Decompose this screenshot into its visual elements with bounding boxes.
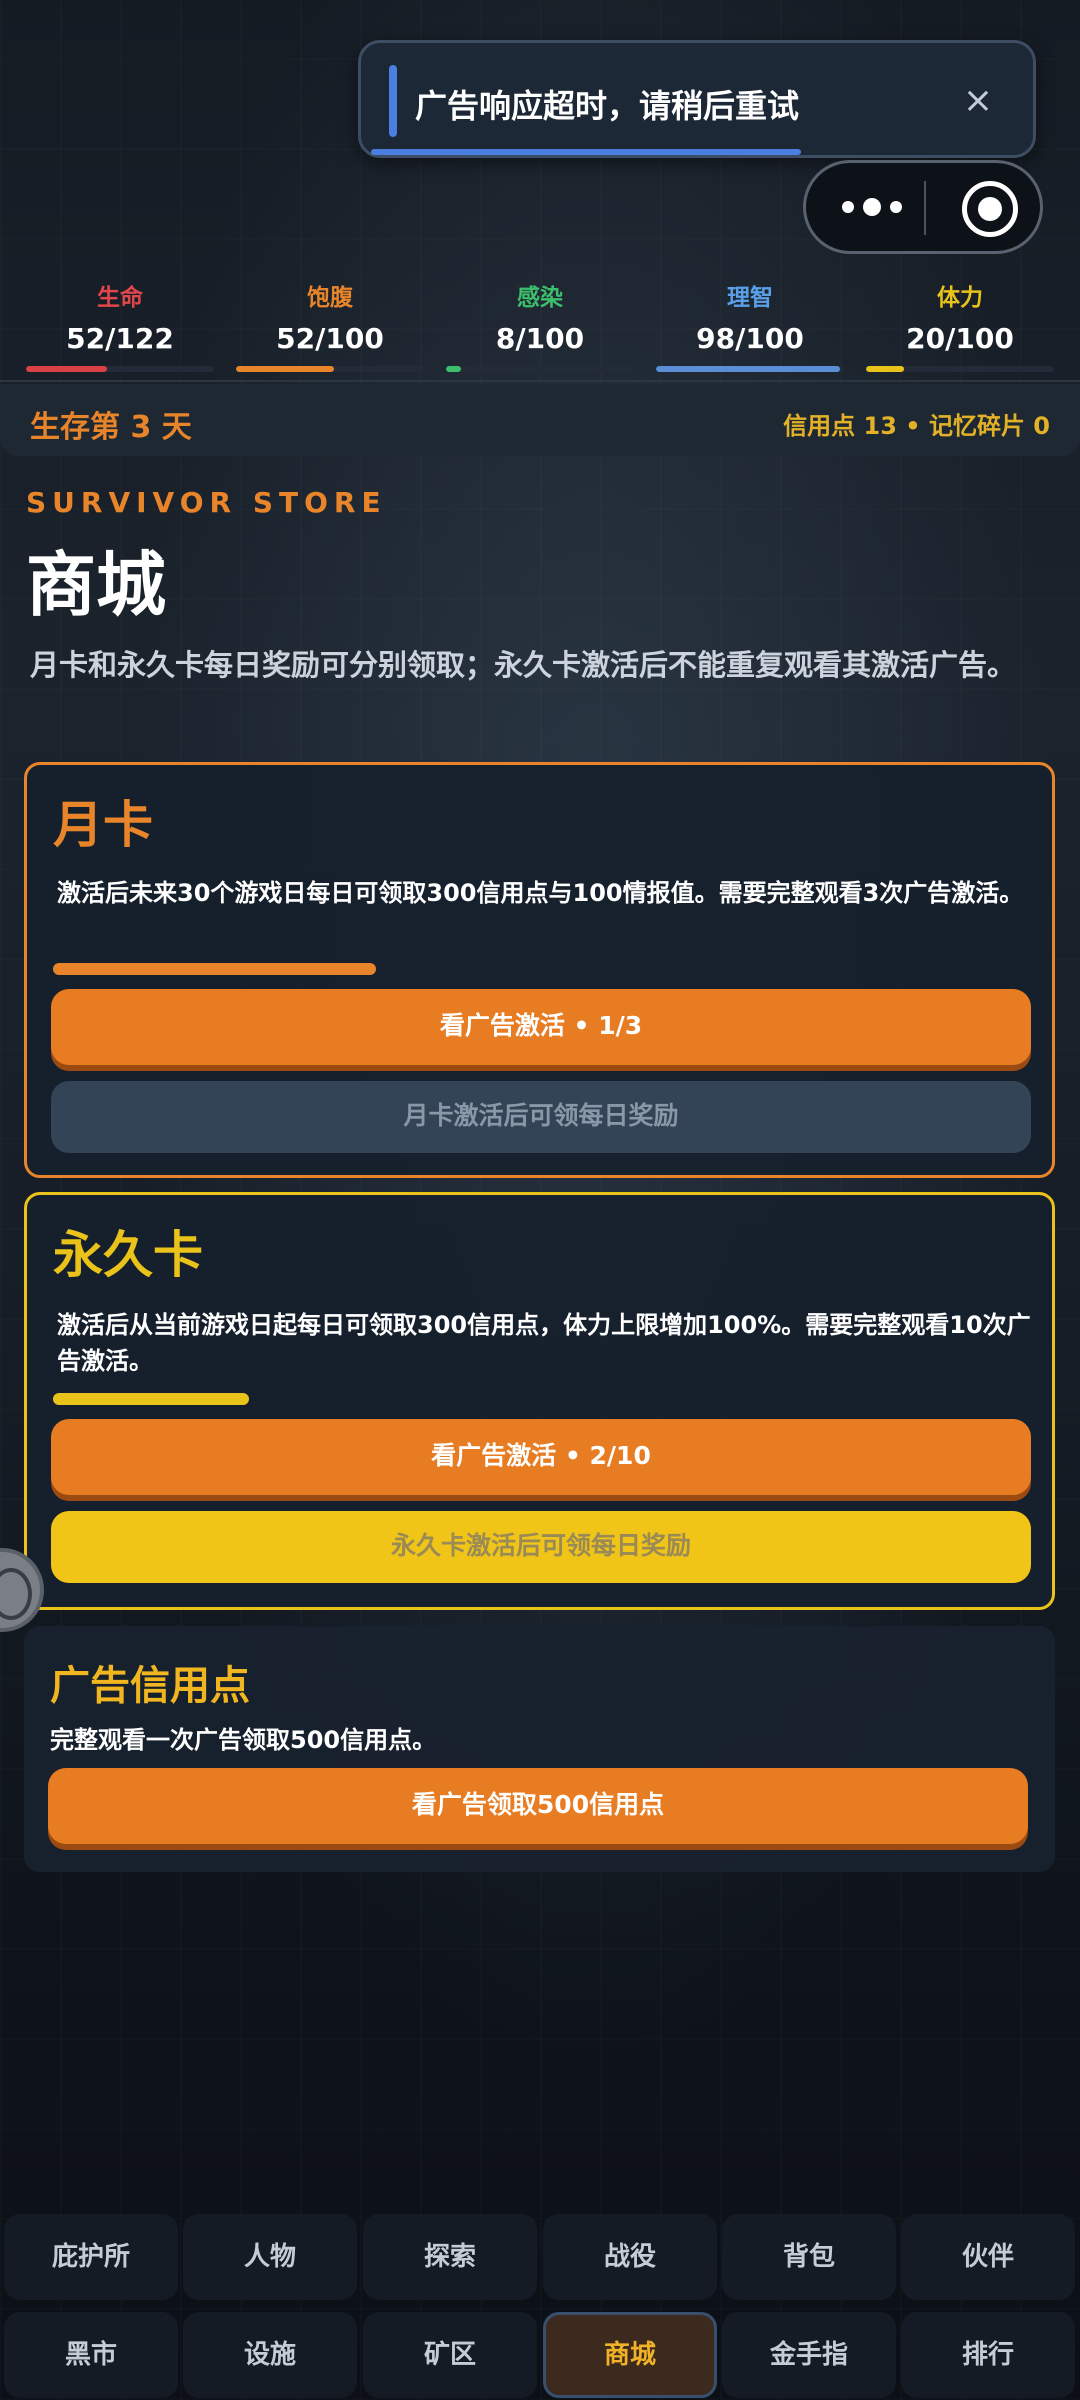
stat-fill: [866, 366, 904, 372]
stat-value: 98/100: [696, 322, 804, 355]
permanent-card: 永久卡 激活后从当前游戏日起每日可领取300信用点，体力上限增加100%。需要完…: [24, 1192, 1055, 1610]
store-subtitle: SURVIVOR STORE: [26, 486, 387, 519]
nav-shelter[interactable]: 庇护所: [4, 2214, 178, 2300]
nav-mine[interactable]: 矿区: [363, 2312, 537, 2398]
toast-notification: 广告响应超时，请稍后重试 ×: [358, 40, 1036, 158]
stat-satiety: 饱腹 52/100: [236, 282, 424, 378]
stat-fill: [656, 366, 841, 372]
stat-value: 8/100: [495, 322, 585, 355]
stat-fill: [446, 366, 462, 372]
stat-infection: 感染 8/100: [446, 282, 634, 378]
stat-bar: [656, 366, 844, 372]
nav-character[interactable]: 人物: [183, 2214, 357, 2300]
monthly-card-description: 激活后未来30个游戏日每日可领取300信用点与100情报值。需要完整观看3次广告…: [57, 879, 1024, 907]
stat-label: 理智: [727, 285, 773, 311]
nav-backpack[interactable]: 背包: [722, 2214, 896, 2300]
ad-credits-title: 广告信用点: [50, 1663, 250, 1709]
stat-health: 生命 52/122: [26, 282, 214, 378]
monthly-card-title: 月卡: [53, 796, 153, 854]
stat-value: 52/100: [276, 322, 384, 355]
stats-divider: [0, 380, 1080, 382]
stat-bar: [26, 366, 214, 372]
stat-label: 生命: [97, 285, 143, 311]
ad-credits-button[interactable]: 看广告领取500信用点: [48, 1768, 1028, 1844]
stat-label: 感染: [517, 285, 563, 311]
nav-black-market[interactable]: 黑市: [4, 2312, 178, 2398]
stat-sanity: 理智 98/100: [656, 282, 844, 378]
monthly-card: 月卡 激活后未来30个游戏日每日可领取300信用点与100情报值。需要完整观看3…: [24, 762, 1055, 1178]
permanent-card-progress: [53, 1393, 249, 1405]
monthly-card-progress: [53, 963, 376, 975]
stat-bar: [446, 366, 634, 372]
monthly-activate-button[interactable]: 看广告激活 • 1/3: [51, 989, 1031, 1065]
capsule-divider: [924, 181, 926, 235]
nav-explore[interactable]: 探索: [363, 2214, 537, 2300]
store-description: 月卡和永久卡每日奖励可分别领取；永久卡激活后不能重复观看其激活广告。: [30, 648, 1017, 682]
nav-store[interactable]: 商城: [543, 2312, 717, 2398]
permanent-activate-button[interactable]: 看广告激活 • 2/10: [51, 1419, 1031, 1495]
stat-value: 20/100: [906, 322, 1014, 355]
mini-program-capsule: [803, 160, 1043, 254]
status-stats: 生命 52/122 饱腹 52/100 感染 8/100 理智 98/100 体…: [26, 282, 1054, 378]
permanent-card-title: 永久卡: [53, 1226, 203, 1284]
nav-campaign[interactable]: 战役: [543, 2214, 717, 2300]
survival-day-bar: 生存第 3 天 信用点 13 • 记忆碎片 0: [0, 384, 1080, 456]
nav-ranking[interactable]: 排行: [901, 2312, 1075, 2398]
survival-day-label: 生存第 3 天: [30, 410, 192, 445]
toast-timer-bar: [371, 149, 801, 155]
close-icon[interactable]: ×: [963, 71, 993, 131]
more-dots-icon[interactable]: [832, 163, 912, 251]
nav-cheats[interactable]: 金手指: [722, 2312, 896, 2398]
permanent-card-description: 激活后从当前游戏日起每日可领取300信用点，体力上限增加100%。需要完整观看1…: [57, 1311, 1031, 1375]
stat-stamina: 体力 20/100: [866, 282, 1054, 378]
nav-facilities[interactable]: 设施: [183, 2312, 357, 2398]
resource-summary: 信用点 13 • 记忆碎片 0: [783, 412, 1050, 440]
stat-label: 体力: [937, 285, 983, 311]
page-title: 商城: [26, 544, 166, 626]
toast-message: 广告响应超时，请稍后重试: [415, 87, 800, 125]
ad-credits-card: 广告信用点 完整观看一次广告领取500信用点。 看广告领取500信用点: [24, 1626, 1055, 1872]
target-icon[interactable]: [962, 181, 1018, 237]
nav-companion[interactable]: 伙伴: [901, 2214, 1075, 2300]
permanent-claim-button[interactable]: 永久卡激活后可领每日奖励: [51, 1511, 1031, 1583]
bottom-navigation: 庇护所 人物 探索 战役 背包 伙伴 黑市 设施 矿区 商城 金手指 排行: [0, 2210, 1080, 2400]
stat-value: 52/122: [66, 322, 174, 355]
monthly-claim-button[interactable]: 月卡激活后可领每日奖励: [51, 1081, 1031, 1153]
stat-fill: [236, 366, 334, 372]
ad-credits-description: 完整观看一次广告领取500信用点。: [50, 1726, 437, 1754]
stat-fill: [26, 366, 107, 372]
stat-label: 饱腹: [307, 285, 353, 311]
toast-accent-bar: [389, 65, 397, 137]
stat-bar: [236, 366, 424, 372]
stat-bar: [866, 366, 1054, 372]
